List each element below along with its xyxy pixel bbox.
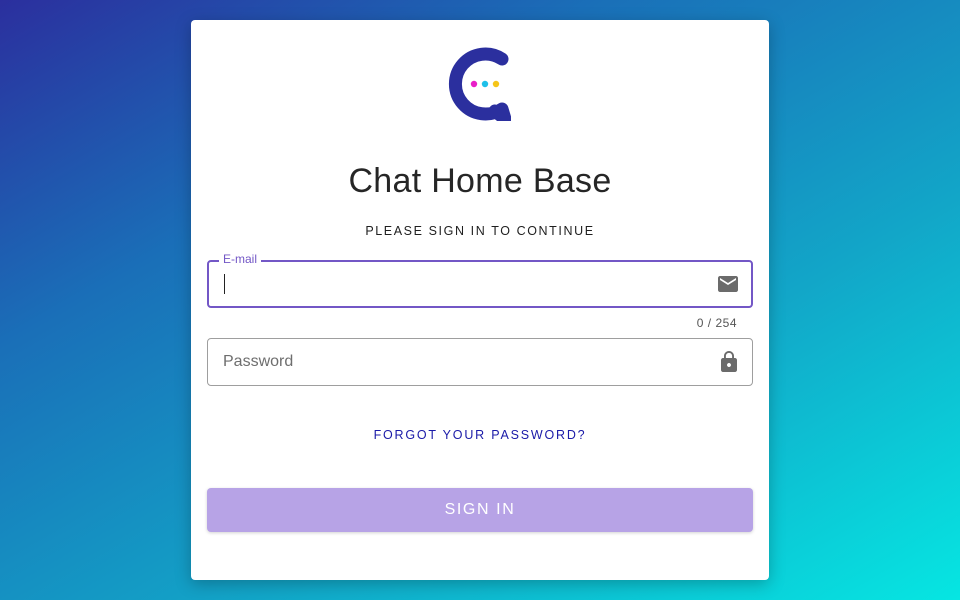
page-title: Chat Home Base (348, 162, 612, 200)
page-subtitle: PLEASE SIGN IN TO CONTINUE (365, 224, 595, 238)
password-field[interactable] (207, 338, 753, 386)
email-char-counter: 0 / 254 (696, 316, 737, 330)
mail-icon (718, 276, 738, 292)
email-field[interactable]: E-mail (207, 252, 753, 308)
login-card: Chat Home Base PLEASE SIGN IN TO CONTINU… (191, 20, 769, 580)
lock-icon (721, 351, 737, 372)
email-input[interactable] (224, 262, 694, 306)
sign-in-button[interactable]: SIGN IN (207, 488, 753, 532)
chat-logo-icon (448, 47, 511, 121)
forgot-password-link[interactable]: FORGOT YOUR PASSWORD? (191, 428, 769, 442)
password-input[interactable] (223, 339, 693, 385)
